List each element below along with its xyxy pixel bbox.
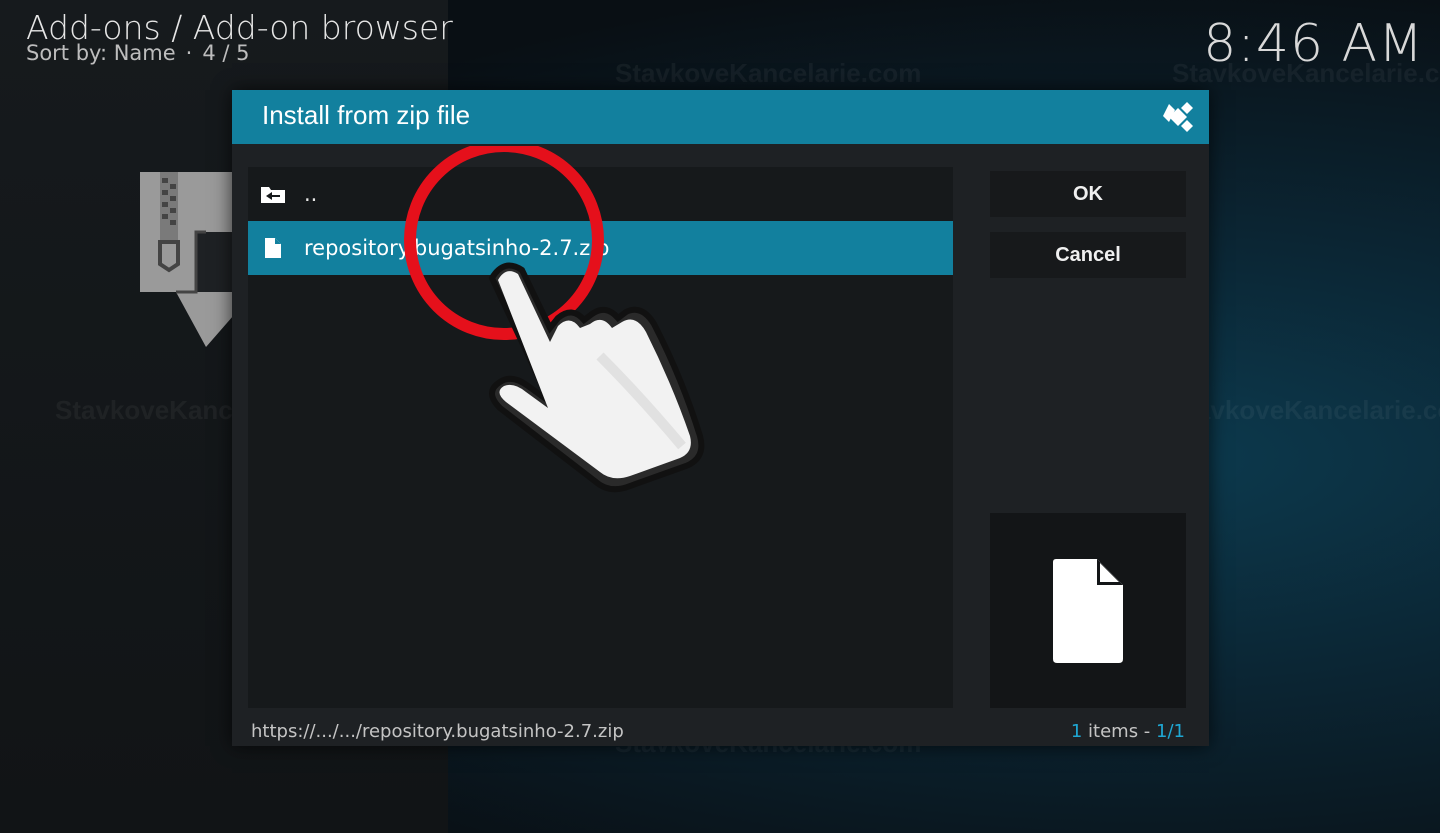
list-item-label: ..: [304, 182, 318, 206]
sort-label: Sort by: Name: [26, 41, 176, 65]
watermark: StavkoveKancelarie.com: [1170, 395, 1440, 425]
cancel-button[interactable]: Cancel: [990, 232, 1186, 278]
item-count: 1 items - 1/1: [1071, 721, 1185, 742]
sort-info[interactable]: Sort by: Name · 4 / 5: [26, 41, 250, 65]
current-path: https://.../.../repository.bugatsinho-2.…: [251, 721, 624, 742]
item-count-text: items -: [1082, 721, 1157, 742]
file-icon: [260, 238, 286, 258]
kodi-logo-icon: [1159, 98, 1197, 140]
clock: 8:46 AM: [1203, 14, 1424, 74]
page-indicator: 1/1: [1156, 721, 1185, 742]
dialog-title: Install from zip file: [262, 100, 471, 130]
separator-dot: ·: [185, 41, 193, 65]
item-position: 4 / 5: [202, 41, 250, 65]
hand-pointer-icon: [488, 262, 705, 493]
ok-button[interactable]: OK: [990, 171, 1186, 217]
file-preview: [990, 513, 1186, 708]
dialog-header: Install from zip file: [232, 90, 1209, 144]
folder-back-icon: [260, 184, 286, 204]
annotation-overlay: [400, 140, 730, 510]
watermark: StavkoveKancelarie.com: [615, 58, 922, 88]
file-preview-icon: [1053, 558, 1123, 663]
item-count-number: 1: [1070, 721, 1083, 742]
